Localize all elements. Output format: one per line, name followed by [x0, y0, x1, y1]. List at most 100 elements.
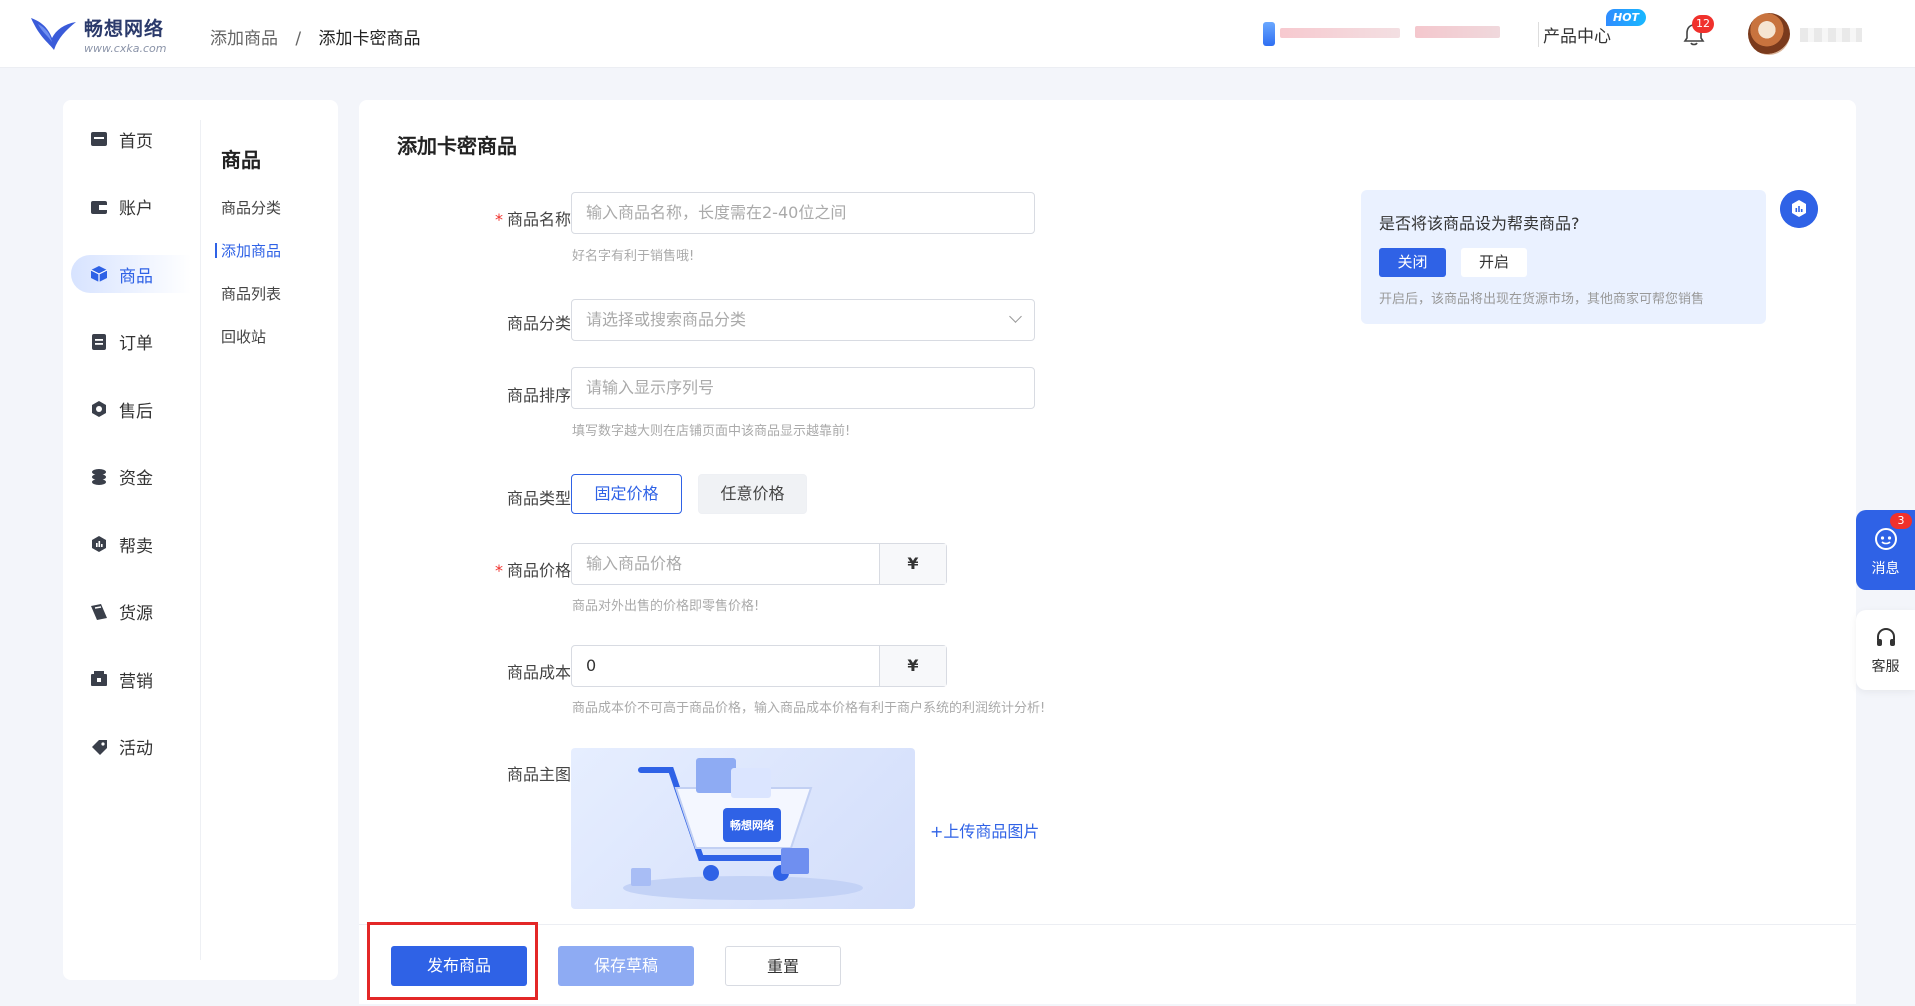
top-header: 畅想网络 www.cxka.com 添加商品 / 添加卡密商品 产品中心 HOT… [0, 0, 1915, 68]
coins-icon [92, 468, 106, 485]
image-label: 商品主图 [506, 765, 571, 784]
aftersale-icon [92, 401, 106, 417]
submenu-item-add-product[interactable]: 添加商品 [214, 240, 281, 260]
message-count-badge: 3 [1890, 513, 1912, 529]
sidebar-item-label: 售后 [119, 401, 153, 422]
product-name-hint: 好名字有利于销售哦! [572, 249, 695, 264]
help-sell-on-button[interactable]: 开启 [1461, 248, 1527, 277]
product-main-image[interactable]: 畅想网络 [571, 748, 915, 909]
price-hint: 商品对外出售的价格即零售价格! [572, 599, 760, 614]
avatar[interactable] [1748, 13, 1790, 55]
sidebar-item-label: 资金 [119, 469, 153, 489]
sidebar-item-label: 首页 [119, 131, 153, 152]
publish-button-highlight-box [367, 922, 538, 1000]
submenu-item-category[interactable]: 商品分类 [221, 197, 281, 217]
required-mark: * [494, 210, 503, 229]
category-select[interactable]: 请选择或搜索商品分类 [571, 299, 1035, 341]
price-input[interactable]: 输入商品价格 ¥ [571, 543, 947, 585]
category-label: 商品分类 [506, 314, 571, 333]
wallet-icon [91, 200, 107, 214]
secondary-menu: 商品 商品分类 添加商品 商品列表 回收站 [214, 144, 281, 369]
required-mark: * [494, 561, 503, 580]
bird-logo-icon [31, 18, 76, 50]
blurred-username[interactable] [1800, 28, 1862, 42]
sort-label: 商品排序 [506, 386, 571, 405]
type-any-price-button[interactable]: 任意价格 [698, 474, 807, 514]
logo-url: www.cxka.com [84, 41, 167, 55]
sidebar-item-marketing[interactable]: 营销 [71, 660, 191, 698]
price-currency-suffix: ¥ [879, 544, 946, 584]
cost-hint: 商品成本价不可高于商品价格，输入商品成本价格有利于商户系统的利润统计分析! [572, 701, 1046, 716]
message-label: 消息 [1871, 561, 1900, 577]
help-sell-question: 是否将该商品设为帮卖商品? [1379, 214, 1580, 233]
help-sell-note: 开启后，该商品将出现在货源市场，其他商家可帮您销售 [1379, 292, 1705, 307]
type-fixed-price-button[interactable]: 固定价格 [571, 474, 682, 514]
sidebar-item-label: 商品 [119, 266, 153, 287]
sidebar-item-label: 活动 [119, 739, 153, 759]
reset-button[interactable]: 重置 [725, 946, 841, 986]
floating-customer-service-button[interactable]: 客服 [1856, 610, 1915, 690]
sort-hint: 填写数字越大则在店铺页面中该商品显示越靠前! [572, 424, 851, 439]
sidebar-item-orders[interactable]: 订单 [71, 323, 191, 361]
logo-name: 畅想网络 [84, 17, 165, 40]
product-name-input[interactable]: 输入商品名称，长度需在2-40位之间 [571, 192, 1035, 234]
breadcrumb: 添加商品 / 添加卡密商品 [210, 24, 421, 49]
page-title: 添加卡密商品 [397, 134, 517, 158]
sidebar-item-label: 帮卖 [119, 536, 153, 557]
category-placeholder: 请选择或搜索商品分类 [586, 310, 747, 329]
sidebar-item-products[interactable]: 商品 [71, 255, 191, 293]
primary-menu: 首页 账户 商品 订单 售后 资金 帮卖 货源 营销 活动 [71, 120, 191, 795]
blurred-account-info [1280, 28, 1400, 38]
sort-input[interactable]: 请输入显示序列号 [571, 367, 1035, 409]
sidebar-item-label: 订单 [119, 334, 153, 354]
product-center-link[interactable]: 产品中心 [1538, 22, 1611, 47]
help-sell-promo-card: 是否将该商品设为帮卖商品? 关闭 开启 开启后，该商品将出现在货源市场，其他商家… [1361, 190, 1766, 324]
cost-value: 0 [586, 656, 597, 675]
headset-icon [1877, 627, 1895, 646]
activity-icon [92, 739, 107, 755]
upload-image-link[interactable]: +上传商品图片 [930, 818, 1039, 842]
home-icon [91, 132, 107, 146]
help-sell-badge-icon [1780, 190, 1818, 228]
submenu-item-product-list[interactable]: 商品列表 [221, 283, 281, 303]
sidebar-item-home[interactable]: 首页 [71, 120, 191, 158]
sidebar-item-label: 账户 [119, 199, 153, 219]
cost-label: 商品成本 [506, 663, 571, 682]
product-name-label: * 商品名称 [494, 210, 571, 229]
phone-icon [1263, 22, 1275, 46]
type-label: 商品类型 [506, 489, 571, 508]
sidebar-item-label: 营销 [119, 671, 153, 692]
price-placeholder: 输入商品价格 [586, 554, 683, 573]
blurred-account-info-2 [1415, 26, 1500, 38]
shopping-cart-illustration: 畅想网络 [623, 758, 863, 900]
secondary-menu-title: 商品 [221, 148, 261, 172]
sidebar-item-account[interactable]: 账户 [71, 188, 191, 226]
chat-icon [1875, 528, 1897, 550]
breadcrumb-item-add-product[interactable]: 添加商品 [210, 29, 278, 49]
breadcrumb-separator: / [295, 29, 302, 49]
help-sell-icon [92, 536, 106, 552]
chevron-down-icon [1009, 310, 1022, 323]
submenu-item-recycle-bin[interactable]: 回收站 [221, 326, 281, 346]
logo[interactable]: 畅想网络 www.cxka.com [28, 12, 166, 56]
sidebar-item-funds[interactable]: 资金 [71, 458, 191, 496]
menu-divider [200, 120, 201, 960]
sidebar-item-aftersale[interactable]: 售后 [71, 390, 191, 428]
cost-input[interactable]: 0 ¥ [571, 645, 947, 687]
notification-count-badge: 12 [1692, 15, 1714, 33]
price-label: * 商品价格 [494, 561, 571, 580]
help-sell-off-button[interactable]: 关闭 [1379, 248, 1446, 277]
cost-currency-suffix: ¥ [879, 646, 946, 686]
sidebar-item-help-sell[interactable]: 帮卖 [71, 525, 191, 563]
customer-service-label: 客服 [1871, 659, 1900, 675]
save-draft-button[interactable]: 保存草稿 [558, 946, 694, 986]
left-navigation: 首页 账户 商品 订单 售后 资金 帮卖 货源 营销 活动 商品 商品分类 添加… [63, 100, 338, 980]
hot-badge: HOT [1606, 9, 1647, 26]
sidebar-item-supply[interactable]: 货源 [71, 593, 191, 631]
box-icon [90, 266, 108, 282]
sidebar-item-activity[interactable]: 活动 [71, 728, 191, 766]
sidebar-item-label: 货源 [119, 604, 153, 624]
breadcrumb-item-current: 添加卡密商品 [318, 29, 421, 49]
marketing-icon [91, 671, 107, 686]
order-icon [92, 333, 106, 350]
